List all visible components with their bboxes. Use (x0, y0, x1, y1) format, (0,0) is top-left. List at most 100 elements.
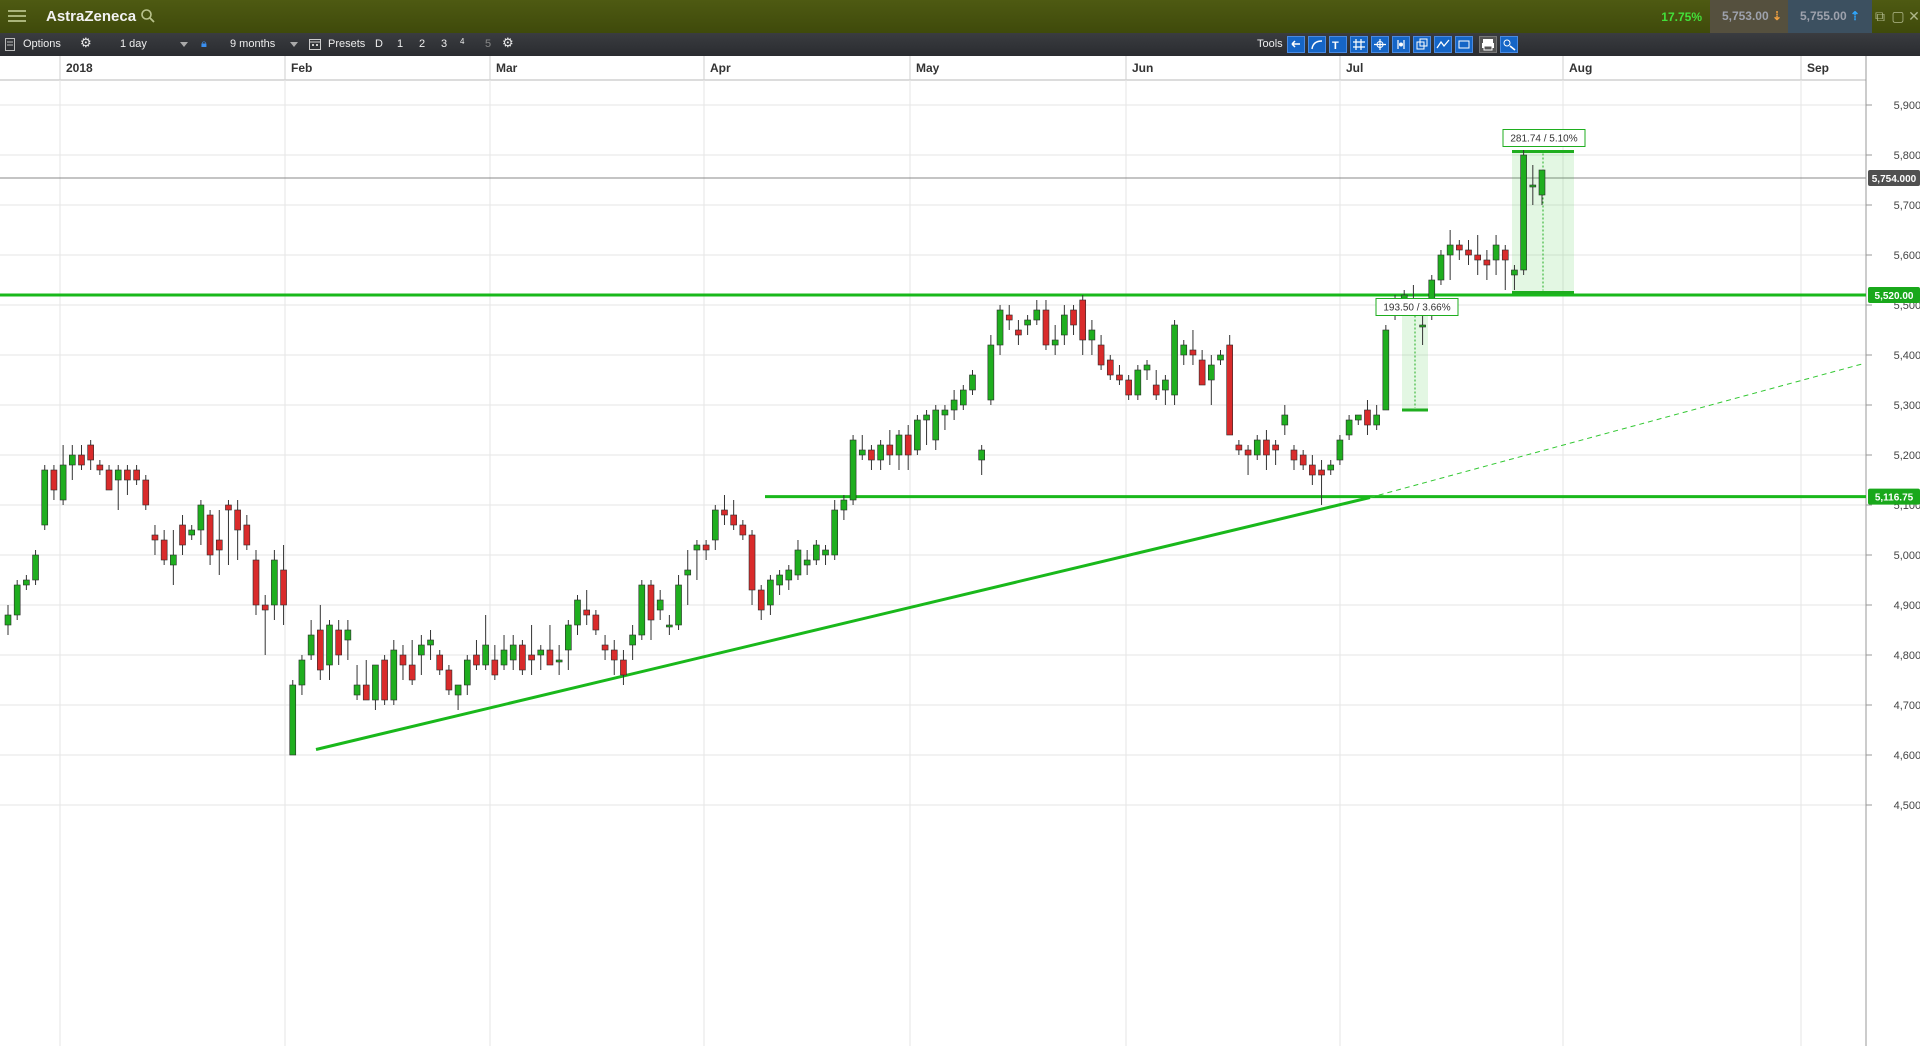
candle-body (41, 469, 49, 526)
candle-body (1538, 169, 1546, 196)
candle-body (96, 464, 104, 471)
options-button[interactable]: Options (23, 37, 61, 51)
candle-body (317, 629, 324, 671)
candle-body (445, 669, 453, 691)
candle-body (188, 529, 196, 536)
candle-body (840, 499, 848, 511)
candle-body (574, 599, 581, 626)
indicator-tool-icon[interactable] (1434, 36, 1452, 53)
candle-body (1143, 364, 1151, 371)
candle-body (1456, 244, 1463, 251)
close-icon[interactable]: ✕ (1906, 8, 1920, 24)
candle-body (1244, 449, 1252, 456)
pointer-tool-icon[interactable] (1287, 36, 1305, 53)
curve-tool-icon[interactable] (1308, 36, 1326, 53)
chevron-down-icon (180, 42, 188, 47)
candle-body (252, 559, 260, 606)
buy-price-button[interactable]: 5,755.00 ⇡ (1788, 0, 1872, 33)
candle-body (629, 634, 636, 646)
fibonacci-tool-icon[interactable] (1392, 36, 1410, 53)
resistance-price-flag: 5,520.00 (1875, 291, 1914, 302)
candle-body (546, 649, 554, 666)
candle-body (1253, 439, 1261, 456)
price-chart[interactable]: 2018 Feb Mar Apr May Jun Jul Aug Sep 5,900.00 5,8… (0, 56, 1920, 1046)
shape-tool-icon[interactable] (1455, 36, 1473, 53)
candle-body (565, 624, 572, 651)
candle-body (1354, 414, 1362, 421)
candle-body (307, 634, 315, 656)
candle-body (711, 509, 719, 541)
x-tick-label: Jun (1132, 61, 1153, 75)
candle-body (151, 534, 159, 541)
candle-body (509, 644, 517, 661)
candle-body (271, 559, 278, 606)
preset-button-3[interactable]: 3 (441, 37, 447, 51)
candle-body (601, 644, 609, 651)
candle-body (32, 554, 39, 581)
drawing-layer[interactable] (0, 150, 1866, 751)
preset-button-5[interactable]: 5 (485, 37, 491, 51)
header-bar: AstraZeneca 17.75% 5,753.00 ⇣ 5,755.00 ⇡… (0, 0, 1920, 33)
candle-body (1483, 259, 1491, 266)
candle-body (1024, 319, 1031, 326)
candle-body (1033, 309, 1041, 321)
candle-body (914, 419, 921, 451)
settings-icon[interactable]: ⚙ (80, 36, 92, 50)
candle-body (528, 654, 535, 661)
preset-button-1[interactable]: 1 (397, 37, 403, 51)
candle-body (427, 639, 434, 646)
candle-body (748, 534, 756, 591)
candle-body (1051, 339, 1059, 346)
lock-icon[interactable]: 🔒︎ (201, 37, 207, 51)
candle-body (858, 449, 866, 456)
candle-body (197, 504, 205, 531)
y-tick-label: 4,900.00 (1894, 600, 1920, 612)
interval-select[interactable]: 1 day (120, 37, 147, 52)
menu-icon[interactable] (6, 7, 28, 27)
maximize-icon[interactable]: ⧉ (1872, 8, 1888, 24)
candle-body (1272, 444, 1279, 451)
candle-body (794, 549, 802, 576)
candle-body (583, 609, 590, 616)
candle-body (666, 624, 673, 628)
text-tool-icon[interactable]: T (1329, 36, 1347, 53)
instrument-title: AstraZeneca (46, 8, 137, 25)
candle-body (638, 584, 646, 636)
restore-icon[interactable]: ▢ (1890, 8, 1906, 24)
candle-body (555, 659, 563, 663)
chart-toolbar: Options ⚙ 1 day 🔒︎ 9 months Presets D 1 … (0, 33, 1920, 56)
chart-settings-icon[interactable] (1500, 36, 1518, 53)
y-tick-label: 5,600.00 (1894, 250, 1920, 262)
candle-body (1088, 329, 1096, 341)
candle-body (381, 659, 388, 701)
layers-tool-icon[interactable] (1413, 36, 1431, 53)
calendar-icon[interactable] (309, 38, 321, 50)
trend-line-extension[interactable] (1369, 363, 1863, 498)
print-icon[interactable] (1479, 36, 1497, 53)
gear-icon[interactable]: ⚙ (502, 36, 514, 50)
candle-body (344, 629, 352, 641)
y-tick-label: 4,800.00 (1894, 650, 1920, 662)
x-tick-label: Sep (1807, 61, 1829, 75)
grid-tool-icon[interactable] (1350, 36, 1368, 53)
period-select[interactable]: 9 months (230, 37, 275, 52)
panel-icon[interactable] (5, 38, 15, 51)
candle-body (1106, 359, 1114, 376)
preset-button-2[interactable]: 2 (419, 37, 425, 51)
x-tick-label: Aug (1569, 61, 1592, 75)
sell-price-button[interactable]: 5,753.00 ⇣ (1710, 0, 1794, 33)
measure-label: 281.74 / 5.10% (1510, 134, 1577, 145)
candle-body (280, 569, 287, 606)
candle-body (298, 659, 306, 686)
current-price-flag: 5,754.000 (1872, 174, 1917, 185)
preset-button-4[interactable]: 4 (460, 35, 464, 49)
search-icon[interactable] (140, 8, 156, 24)
candle-body (206, 514, 214, 556)
candle-body (831, 509, 839, 556)
crosshair-tool-icon[interactable] (1371, 36, 1389, 53)
y-tick-label: 5,900.00 (1894, 100, 1920, 112)
candle-body (362, 684, 370, 701)
trend-line[interactable] (315, 496, 1371, 751)
preset-button-d[interactable]: D (375, 37, 383, 51)
candle-body (519, 644, 526, 671)
